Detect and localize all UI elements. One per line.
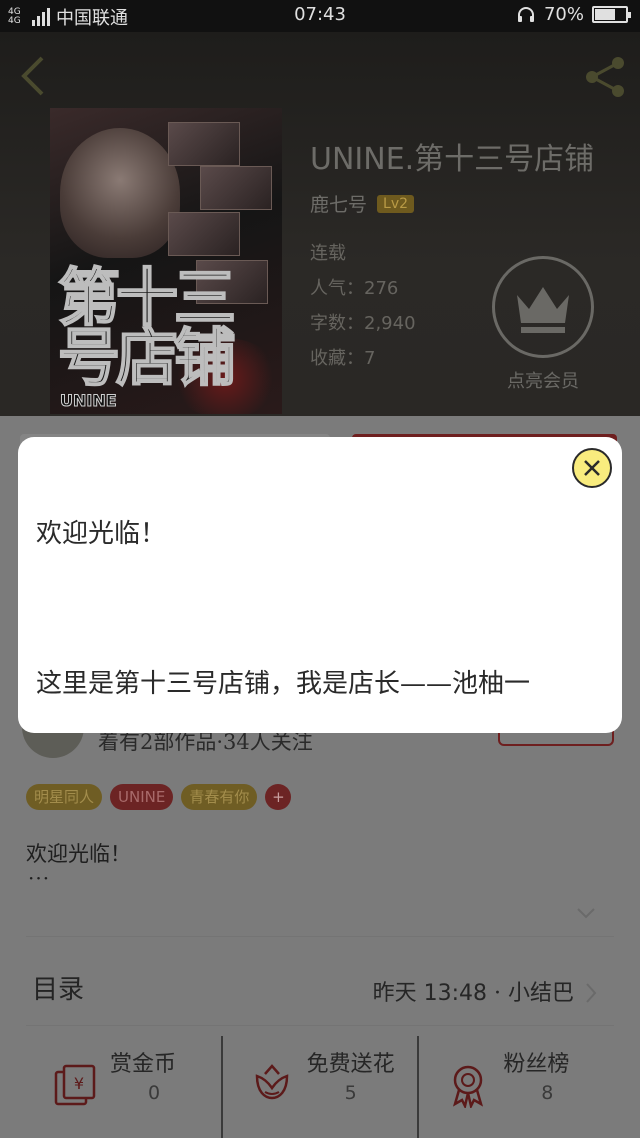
action-count: 0 <box>147 1082 161 1104</box>
favorites-value: 7 <box>364 348 376 369</box>
dialog-greeting: 欢迎光临！ <box>36 519 167 549</box>
action-count: 5 <box>344 1082 357 1104</box>
toc-latest-update: 昨天 13:48 · 小结巴 <box>373 975 574 1007</box>
ribbon-icon <box>453 1065 484 1108</box>
vip-label[interactable]: 点亮会员 <box>492 367 594 393</box>
svg-text:¥: ¥ <box>74 1074 84 1093</box>
crown-icon <box>517 287 569 333</box>
vip-button[interactable] <box>492 256 594 358</box>
chevron-down-icon[interactable] <box>576 906 596 920</box>
cover-thumb <box>200 166 272 210</box>
popularity-value: 276 <box>364 278 399 299</box>
toc-latest-prefix: 昨天 <box>372 981 424 1006</box>
back-icon[interactable] <box>18 54 48 98</box>
word-count-label: 字数： <box>310 313 364 334</box>
cover-thumb <box>168 212 240 256</box>
send-flower-button[interactable]: 免费送花 5 <box>220 1036 418 1138</box>
toc-latest-suffix: · 小结巴 <box>487 981 574 1006</box>
close-button[interactable] <box>572 448 612 488</box>
action-count: 8 <box>541 1082 554 1104</box>
coin-envelope-icon: ¥ <box>54 1064 96 1106</box>
action-label: 免费送花 <box>306 1052 395 1077</box>
cover-tag-art: UNINE <box>60 391 118 411</box>
status-right: 70% <box>516 4 631 25</box>
book-title: UNINE.第十三号店铺 <box>310 142 595 177</box>
book-header: 第十三号店铺 UNINE UNINE.第十三号店铺 鹿七号 Lv2 连载 人气：… <box>0 32 640 416</box>
action-label: 赏金币 <box>110 1052 177 1077</box>
level-badge: Lv2 <box>377 194 415 213</box>
cover-portrait <box>60 128 180 258</box>
action-bar: ¥ 赏金币 0 免费送花 5 粉丝榜 8 <box>26 1036 614 1138</box>
toc-row[interactable]: 目录 昨天 13:48 · 小结巴 <box>26 936 614 1026</box>
reward-coin-button[interactable]: ¥ 赏金币 0 <box>26 1036 221 1138</box>
intro-text: 欢迎光临！ <box>26 842 131 866</box>
popularity-line: 人气：276 <box>310 271 416 306</box>
action-label: 粉丝榜 <box>503 1052 570 1077</box>
battery-fill <box>595 9 616 20</box>
word-count-value: 2,940 <box>364 313 416 334</box>
favorites-label: 收藏： <box>310 348 364 369</box>
cover-title-art: 第十三号店铺 <box>57 261 237 394</box>
welcome-dialog: 欢迎光临！ 这里是第十三号店铺，我是店长——池柚一 <box>18 437 622 733</box>
popularity-label: 人气： <box>310 278 364 299</box>
tag-item[interactable]: UNINE <box>110 784 174 810</box>
add-tag-button[interactable]: + <box>265 784 292 810</box>
cover-thumb <box>168 122 240 166</box>
book-status: 连载 <box>310 243 346 264</box>
tag-list: 明星同人 UNINE 青春有你 + <box>26 784 292 810</box>
battery-percent: 70% <box>543 4 584 25</box>
chevron-right-icon <box>586 983 597 1003</box>
status-bar: 4G 4G 中国联通 07:43 70% <box>0 0 640 32</box>
word-count-line: 字数：2,940 <box>310 306 416 341</box>
book-cover[interactable]: 第十三号店铺 UNINE <box>50 108 282 414</box>
close-icon <box>584 460 600 476</box>
book-meta: 连载 人气：276 字数：2,940 收藏：7 <box>310 236 416 376</box>
tag-item[interactable]: 青春有你 <box>181 784 258 810</box>
favorites-line: 收藏：7 <box>310 341 416 376</box>
share-icon[interactable] <box>582 54 628 100</box>
dialog-message: 这里是第十三号店铺，我是店长——池柚一 <box>36 669 531 699</box>
tag-item[interactable]: 明星同人 <box>26 784 103 810</box>
author-name[interactable]: 鹿七号 <box>310 190 367 217</box>
intro-ellipsis: ··· <box>28 866 51 890</box>
flower-icon <box>255 1064 288 1100</box>
toc-latest-time: 13:48 <box>423 981 488 1006</box>
battery-icon <box>592 6 631 23</box>
toc-label: 目录 <box>32 975 85 1005</box>
fan-ranking-button[interactable]: 粉丝榜 8 <box>417 1036 614 1138</box>
headphone-icon <box>517 6 534 22</box>
author-row: 鹿七号 Lv2 <box>310 190 415 217</box>
